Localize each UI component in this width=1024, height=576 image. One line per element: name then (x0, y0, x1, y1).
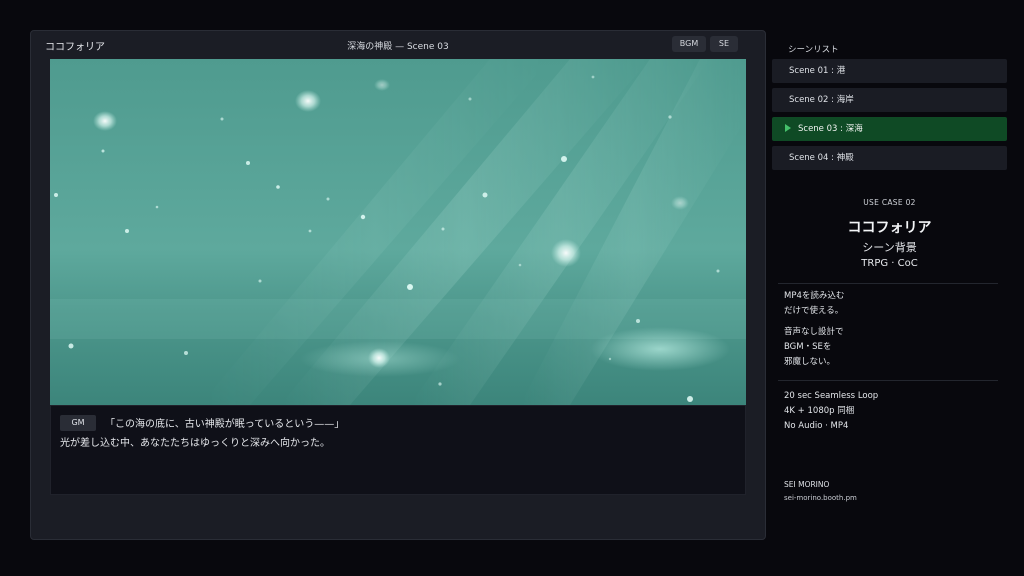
brand-subtitle: シーン背景 (862, 241, 917, 254)
scene-list-item[interactable]: Scene 01 : 港 (772, 59, 1007, 83)
use-case-label: USE CASE 02 (863, 198, 916, 207)
scene-item-label: Scene 02 : 海岸 (789, 95, 854, 105)
divider (778, 283, 998, 284)
bgm-button[interactable]: BGM (672, 36, 706, 52)
scene-list-item-active[interactable]: Scene 03 : 深海 (772, 117, 1007, 141)
credit-url[interactable]: sei-morino.booth.pm (784, 494, 857, 502)
scene-list-item[interactable]: Scene 02 : 海岸 (772, 88, 1007, 112)
app-window: ココフォリア 深海の神殿 — Scene 03 BGM SE GM 「この海の底… (30, 30, 766, 540)
title-bar: ココフォリア 深海の神殿 — Scene 03 BGM SE (31, 31, 765, 59)
tags-text: TRPG · CoC (861, 258, 918, 269)
feature-specs: 20 sec Seamless Loop 4K + 1080p 同梱 No Au… (784, 391, 879, 431)
scene-title: 深海の神殿 — Scene 03 (347, 42, 449, 52)
play-icon (785, 123, 791, 132)
sidebar: シーンリスト Scene 01 : 港 Scene 02 : 海岸 Scene … (772, 38, 1007, 558)
scene-item-label: Scene 04 : 神殿 (789, 153, 854, 163)
credit-name: SEI MORINO (784, 480, 830, 489)
speaker-badge: GM (60, 415, 96, 431)
underwater-scene-image (50, 59, 746, 405)
feature-text-2: 音声なし設計で BGM・SEを 邪魔しない。 (784, 327, 844, 367)
feature-text-1: MP4を読み込む だけで使える。 (784, 291, 845, 316)
scene-list-item[interactable]: Scene 04 : 神殿 (772, 146, 1007, 170)
scene-list-title: シーンリスト (788, 45, 839, 55)
dialog-panel: GM 「この海の底に、古い神殿が眠っているという——」 光が差し込む中、あなたた… (50, 405, 746, 495)
dialog-line-1: 「この海の底に、古い神殿が眠っているという——」 (105, 419, 345, 430)
scene-item-label: Scene 01 : 港 (789, 66, 846, 76)
se-button[interactable]: SE (710, 36, 738, 52)
dialog-line-2: 光が差し込む中、あなたたちはゆっくりと深みへ向かった。 (60, 438, 330, 449)
scene-item-label: Scene 03 : 深海 (798, 124, 863, 134)
divider (778, 380, 998, 381)
brand-title: ココフォリア (847, 220, 932, 236)
